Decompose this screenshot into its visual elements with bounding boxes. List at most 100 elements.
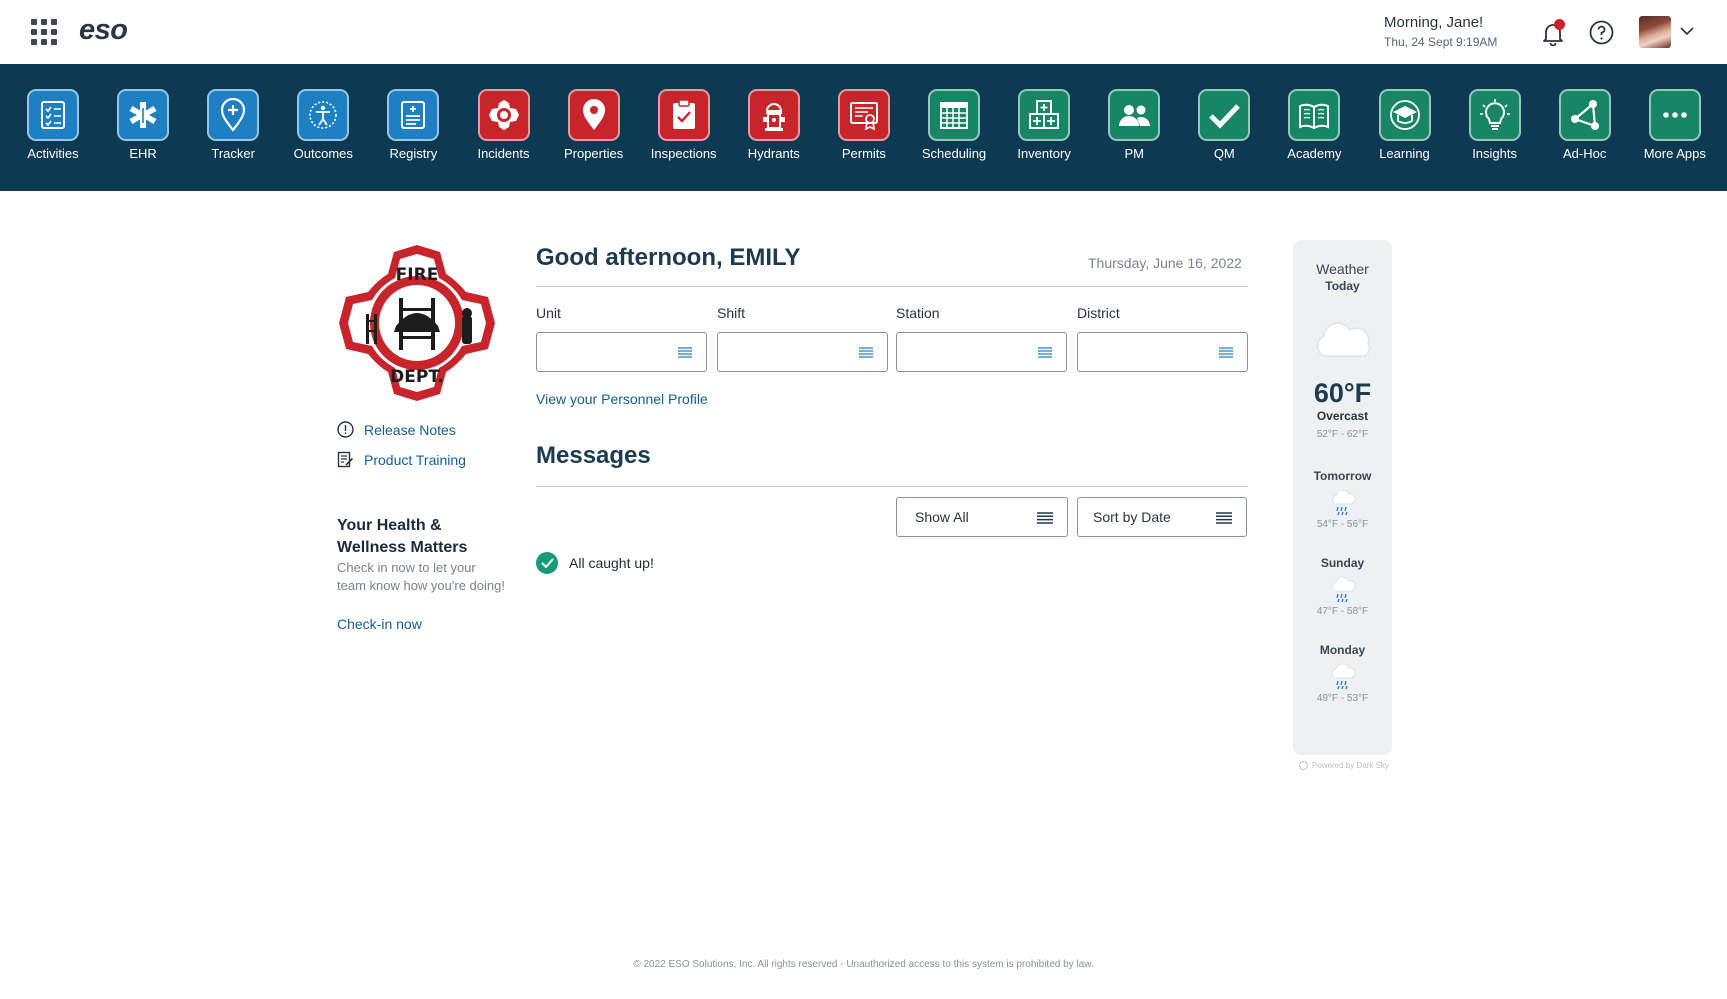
star-of-life-icon [129, 102, 157, 128]
empty-state-text: All caught up! [569, 555, 654, 571]
app-tile-permits[interactable]: Permits [819, 89, 909, 161]
app-label: Ad-Hoc [1563, 146, 1607, 161]
app-label: EHR [129, 146, 157, 161]
forecast-day-label: Tomorrow [1313, 469, 1372, 483]
health-title: Your Health & Wellness Matters [337, 517, 468, 556]
map-pin-icon [582, 99, 605, 130]
app-label: Scheduling [921, 146, 987, 161]
clipboard-check-icon [672, 99, 695, 129]
app-icon-tile [657, 89, 710, 141]
app-label: Permits [841, 146, 886, 161]
hydrant-icon [762, 103, 785, 131]
app-tile-ehr[interactable]: EHR [98, 89, 188, 161]
app-tile-properties[interactable]: Properties [549, 89, 639, 161]
empty-state: All caught up! [536, 552, 654, 574]
app-tile-academy[interactable]: Academy [1269, 89, 1359, 161]
list-icon [1219, 347, 1233, 358]
greeting-text: Morning, Jane! [1384, 14, 1484, 31]
personnel-profile-link[interactable]: View your Personnel Profile [536, 391, 708, 407]
forecast-day: Monday 49°F - 53°F [1293, 643, 1392, 704]
weather-condition: Overcast [1316, 409, 1369, 423]
apps-grid-icon[interactable] [31, 19, 57, 45]
app-label: Registry [389, 146, 438, 161]
weather-today-label: Today [1325, 279, 1360, 293]
chevron-down-icon[interactable] [1680, 26, 1694, 36]
rain-icon [1331, 663, 1356, 690]
weather-temp: 60°F [1313, 378, 1372, 408]
app-tile-inventory[interactable]: Inventory [999, 89, 1089, 161]
help-icon[interactable] [1589, 20, 1614, 45]
product-training-label: Product Training [364, 451, 466, 468]
app-icon-tile [297, 89, 350, 141]
list-icon [859, 347, 873, 358]
check-in-link[interactable]: Check-in now [337, 616, 422, 632]
app-icon-tile [928, 89, 980, 141]
app-icon-tile [387, 89, 440, 141]
shift-select[interactable] [717, 332, 888, 372]
avatar[interactable] [1639, 16, 1671, 48]
eso-logo[interactable]: eso [79, 14, 128, 47]
app-icon-tile [1198, 89, 1251, 141]
messages-title: Messages [536, 442, 651, 469]
show-all-label: Show All [915, 509, 969, 525]
notification-dot [1554, 19, 1565, 30]
cloud-icon [1316, 322, 1370, 357]
certificate-icon [849, 102, 878, 131]
app-label: Properties [563, 146, 624, 161]
app-tile-scheduling[interactable]: Scheduling [909, 89, 999, 161]
app-tile-inspections[interactable]: Inspections [639, 89, 729, 161]
app-label: PM [1124, 146, 1144, 161]
app-ribbon: Activities EHR Tracker Outcomes Registry Inci… [0, 64, 1727, 191]
app-label: Outcomes [293, 146, 353, 161]
people-icon [1119, 105, 1151, 126]
app-tile-learning[interactable]: Learning [1360, 89, 1450, 161]
app-tile-tracker[interactable]: Tracker [188, 89, 278, 161]
powered-by[interactable]: Powered by Dark Sky [1299, 761, 1389, 770]
page-date: Thursday, June 16, 2022 [1088, 255, 1242, 271]
book-icon [1299, 103, 1330, 130]
show-all-dropdown[interactable]: Show All [896, 497, 1068, 537]
app-tile-ad-hoc[interactable]: Ad-Hoc [1540, 89, 1630, 161]
app-icon-tile [567, 89, 620, 141]
badge-bottom-text: DEPT. [390, 367, 444, 387]
app-label: Learning [1379, 146, 1430, 161]
app-tile-more-apps[interactable]: More Apps [1630, 89, 1720, 161]
app-tile-outcomes[interactable]: Outcomes [278, 89, 368, 161]
district-select[interactable] [1077, 332, 1248, 372]
location-plus-icon [221, 97, 246, 132]
divider [536, 486, 1248, 487]
check-circle-icon [536, 552, 558, 574]
app-icon-tile [747, 89, 800, 141]
release-notes-link[interactable]: Release Notes [337, 421, 456, 438]
forecast-day-label: Monday [1319, 643, 1366, 657]
station-select[interactable] [896, 332, 1067, 372]
alert-circle-icon [337, 421, 354, 438]
app-tile-insights[interactable]: Insights [1450, 89, 1540, 161]
powered-by-text: Powered by Dark Sky [1312, 761, 1389, 770]
footer-text: © 2022 ESO Solutions, Inc. All rights re… [633, 959, 1094, 970]
lightbulb-icon [1479, 99, 1510, 130]
product-training-link[interactable]: Product Training [337, 451, 466, 468]
sort-dropdown[interactable]: Sort by Date [1077, 497, 1247, 537]
calendar-grid-icon [940, 102, 968, 129]
app-label: QM [1213, 146, 1235, 161]
shift-label: Shift [717, 305, 746, 321]
release-notes-label: Release Notes [364, 421, 456, 438]
app-label: Tracker [211, 146, 255, 161]
app-icon-tile [1288, 89, 1341, 141]
unit-select[interactable] [536, 332, 707, 372]
app-tile-pm[interactable]: PM [1089, 89, 1179, 161]
list-icon [1038, 347, 1052, 358]
app-icon-tile [1018, 89, 1071, 141]
district-label: District [1077, 305, 1120, 321]
app-tile-hydrants[interactable]: Hydrants [729, 89, 819, 161]
list-icon [678, 347, 692, 358]
app-tile-incidents[interactable]: Incidents [459, 89, 549, 161]
forecast-day-label: Sunday [1320, 556, 1365, 570]
app-tile-registry[interactable]: Registry [368, 89, 458, 161]
maltese-cross-icon [488, 100, 519, 130]
graduation-cap-icon [1389, 100, 1420, 130]
app-tile-qm[interactable]: QM [1179, 89, 1269, 161]
app-tile-activities[interactable]: Activities [8, 89, 98, 161]
forecast-day: Tomorrow 54°F - 56°F [1293, 469, 1392, 530]
